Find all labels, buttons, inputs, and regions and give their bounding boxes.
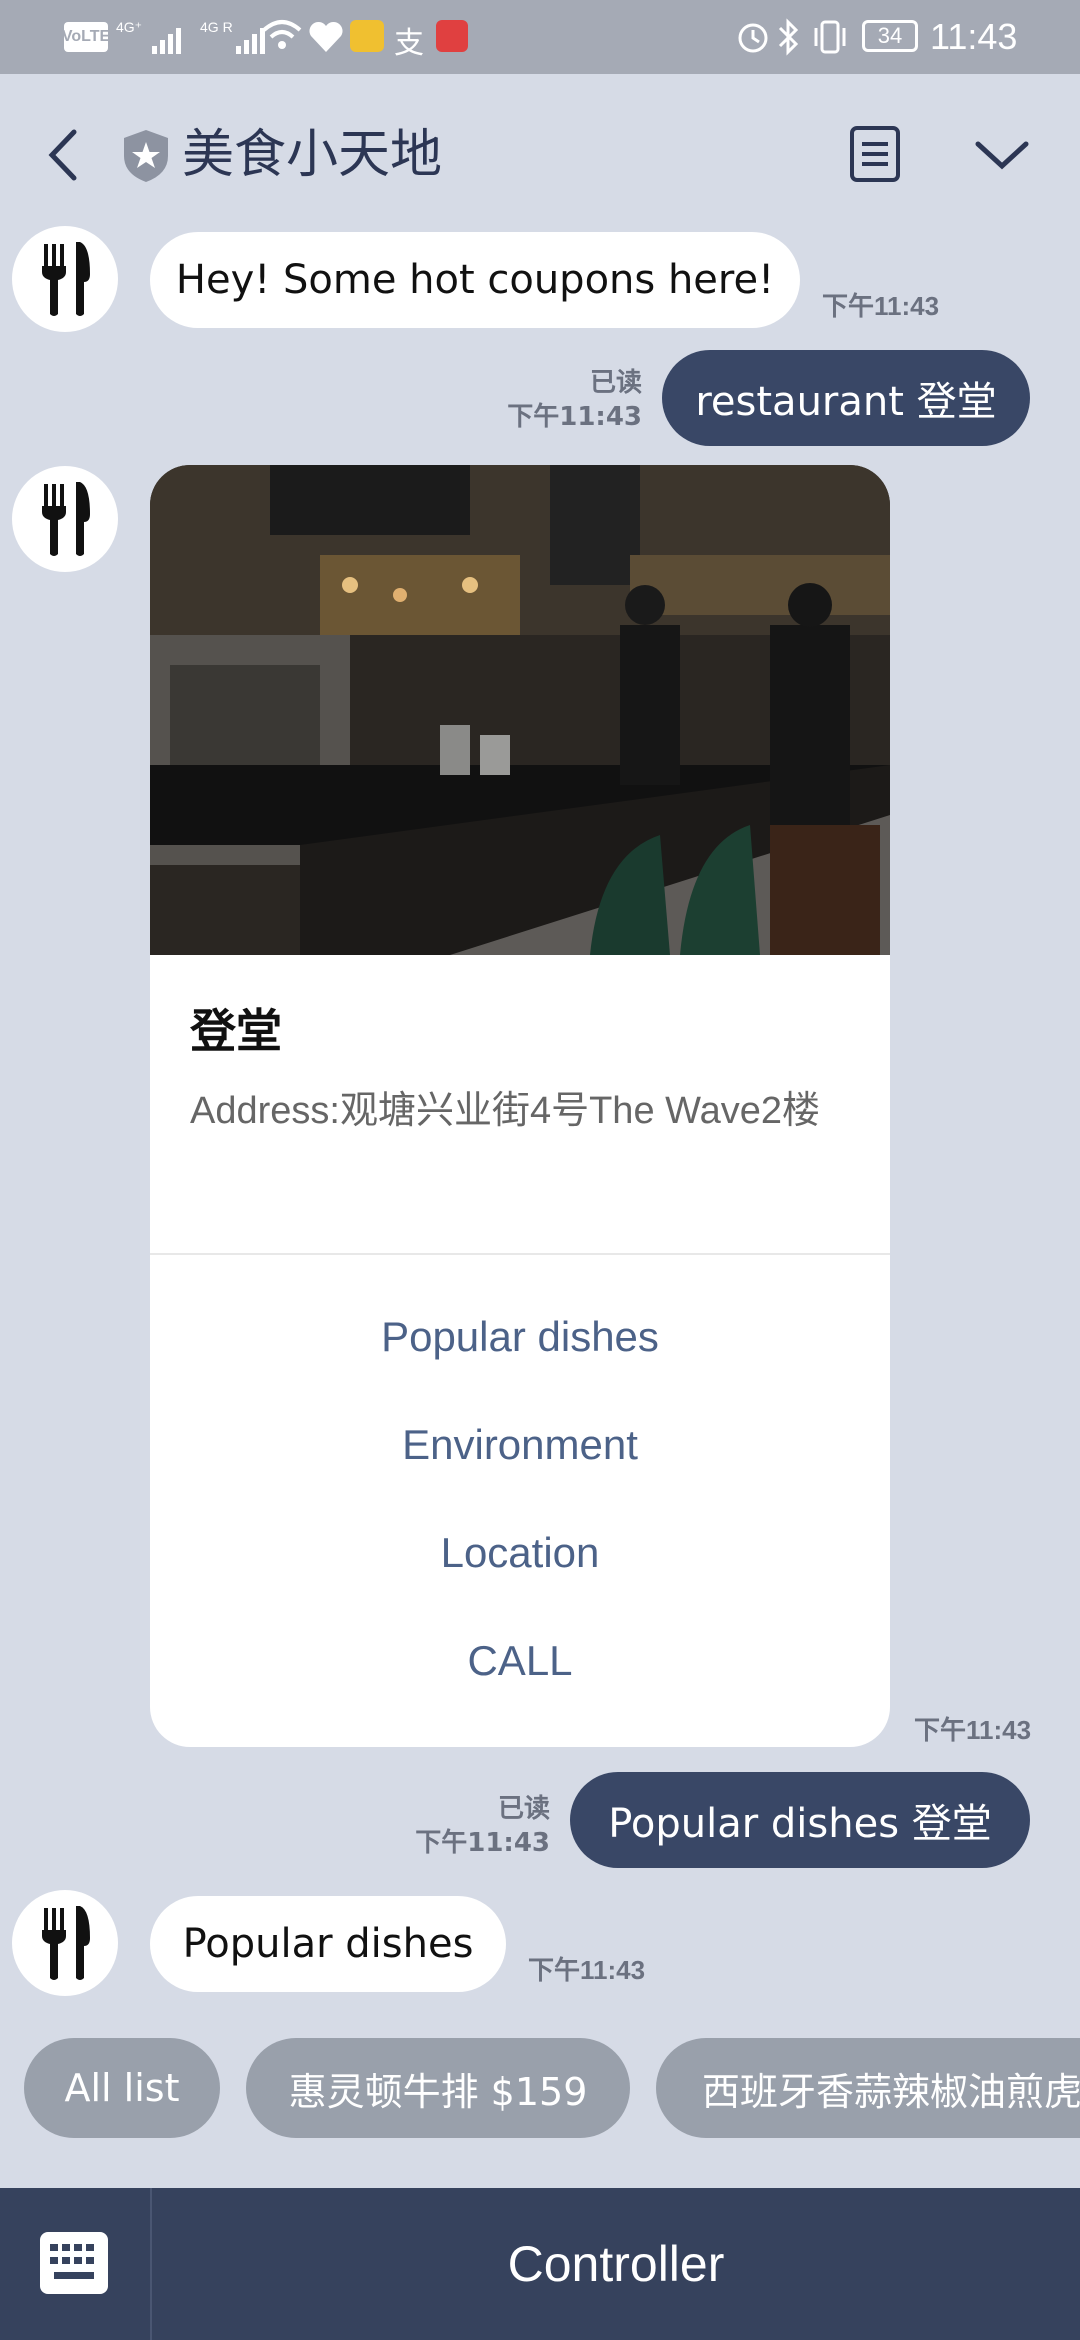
incoming-message: Hey! Some hot coupons here! (150, 232, 800, 328)
svg-text:4G R: 4G R (200, 19, 233, 35)
read-receipt: 已读 下午11:43 (506, 366, 642, 434)
controller-button[interactable]: Controller (152, 2188, 1080, 2340)
bot-avatar[interactable] (12, 466, 118, 572)
back-button[interactable] (30, 120, 100, 190)
read-receipt: 已读 下午11:43 (414, 1792, 550, 1860)
health-heart-icon (308, 20, 344, 58)
message-time: 下午11:43 (822, 291, 940, 321)
battery-icon: 34 (862, 20, 918, 52)
popular-dishes-button[interactable]: Popular dishes (150, 1297, 890, 1377)
alarm-icon (736, 20, 770, 58)
fork-knife-icon (42, 482, 90, 556)
quick-reply-chip[interactable]: All list (24, 2038, 220, 2138)
card-title: 登堂 (190, 1004, 282, 1058)
status-time: 11:43 (930, 16, 1018, 57)
outgoing-message: restaurant 登堂 (662, 350, 1030, 446)
location-button[interactable]: Location (150, 1513, 890, 1593)
svg-text:4G⁺: 4G⁺ (116, 19, 142, 35)
keyboard-icon (40, 2232, 108, 2294)
outgoing-message: Popular dishes 登堂 (570, 1772, 1030, 1868)
message-text: Hey! Some hot coupons here! (175, 257, 775, 303)
chevron-down-icon (975, 141, 1029, 170)
chip-label: 西班牙香蒜辣椒油煎虎 (702, 2069, 1080, 2114)
mail-icon (350, 20, 384, 52)
divider (150, 1253, 890, 1255)
wifi-icon (262, 18, 302, 58)
message-time: 下午11:43 (914, 1715, 1032, 1745)
message-time: 下午11:43 (507, 402, 642, 432)
notes-icon (850, 126, 900, 182)
message-time: 下午11:43 (415, 1828, 550, 1858)
environment-button[interactable]: Environment (150, 1405, 890, 1485)
status-bar: VoLTE 4G⁺ 4G R 支 34 11:43 (0, 0, 1080, 74)
quick-reply-chip[interactable]: 西班牙香蒜辣椒油煎虎 (656, 2038, 1080, 2138)
fork-knife-icon (42, 1906, 90, 1980)
signal-icon: 4G⁺ (116, 18, 196, 62)
bluetooth-icon (776, 18, 800, 60)
message-text: restaurant 登堂 (695, 379, 997, 425)
bot-avatar[interactable] (12, 226, 118, 332)
shield-star-icon (122, 128, 170, 188)
bot-avatar[interactable] (12, 1890, 118, 1996)
chevron-left-icon (48, 129, 77, 181)
vibrate-icon (808, 18, 852, 60)
controller-label: Controller (507, 2236, 725, 2292)
notes-button[interactable] (848, 124, 904, 184)
volte-badge: VoLTE (62, 22, 110, 52)
book-app-icon (436, 20, 468, 52)
card-address: Address:观塘兴业街4号The Wave2楼 (190, 1090, 820, 1132)
chip-label: 惠灵顿牛排 $159 (288, 2069, 588, 2114)
quick-reply-chip[interactable]: 惠灵顿牛排 $159 (246, 2038, 630, 2138)
restaurant-card: 登堂 Address:观塘兴业街4号The Wave2楼 Popular dis… (150, 465, 890, 1747)
quick-replies: All list 惠灵顿牛排 $159 西班牙香蒜辣椒油煎虎 (0, 2038, 1080, 2138)
message-time: 下午11:43 (528, 1955, 646, 1985)
call-button[interactable]: CALL (150, 1621, 890, 1701)
read-status: 已读 (497, 1794, 550, 1824)
message-text: Popular dishes 登堂 (608, 1801, 992, 1847)
alipay-icon: 支 (394, 26, 424, 61)
collapse-button[interactable] (970, 124, 1034, 184)
incoming-message: Popular dishes (150, 1896, 506, 1992)
keyboard-button[interactable] (38, 2230, 110, 2296)
fork-knife-icon (42, 242, 90, 316)
chat-title: 美食小天地 (182, 125, 443, 185)
chip-label: All list (64, 2066, 180, 2110)
restaurant-photo[interactable] (150, 465, 890, 955)
read-status: 已读 (589, 368, 642, 398)
message-text: Popular dishes (182, 1921, 474, 1967)
